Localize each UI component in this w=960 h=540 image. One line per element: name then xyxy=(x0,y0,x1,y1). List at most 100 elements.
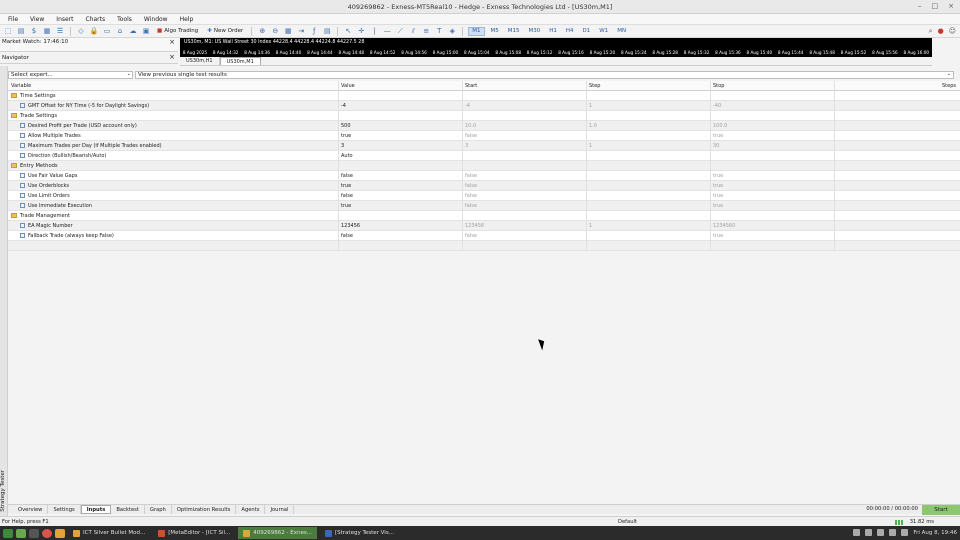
crosshair-icon[interactable]: ✛ xyxy=(356,27,366,36)
search-icon[interactable]: ⌕ xyxy=(929,27,933,36)
tab-optimization-results[interactable]: Optimization Results xyxy=(172,505,237,514)
new-order-button[interactable]: ✚ New Order xyxy=(204,26,246,36)
menu-tools[interactable]: Tools xyxy=(111,16,138,23)
table-row[interactable]: GMT Offset for NY Time (-5 for Daylight … xyxy=(8,101,960,111)
taskbar-app[interactable]: [Strategy Tester Vis... xyxy=(320,527,399,539)
param-stop[interactable]: true xyxy=(713,193,723,199)
shield-icon[interactable] xyxy=(865,529,873,536)
horizontal-line-icon[interactable]: — xyxy=(382,27,392,36)
param-stop[interactable]: true xyxy=(713,233,723,239)
new-chart-icon[interactable]: ⬚ xyxy=(3,27,13,36)
expert-select[interactable]: Select expert... ⌄ xyxy=(8,71,133,79)
param-start[interactable]: false xyxy=(465,193,477,199)
param-value[interactable]: Auto xyxy=(341,153,353,159)
home-icon[interactable]: ⌂ xyxy=(115,27,125,36)
lock-icon[interactable]: 🔒 xyxy=(89,27,99,36)
optimize-checkbox[interactable] xyxy=(20,123,25,128)
optimize-checkbox[interactable] xyxy=(20,183,25,188)
col-step[interactable]: Step xyxy=(589,83,600,89)
optimize-checkbox[interactable] xyxy=(20,133,25,138)
param-value[interactable]: 123456 xyxy=(341,223,360,229)
market-watch-icon[interactable]: $ xyxy=(29,27,39,36)
table-row[interactable]: EA Magic Number 123456 123456 1 1234560 xyxy=(8,221,960,231)
bluetooth-icon[interactable] xyxy=(877,529,885,536)
profiles-icon[interactable]: ▤ xyxy=(16,27,26,36)
timeframe-m1[interactable]: M1 xyxy=(468,26,485,36)
zoom-in-icon[interactable]: ⊕ xyxy=(257,27,267,36)
minimize-icon[interactable]: – xyxy=(918,2,922,10)
files-icon[interactable] xyxy=(16,528,26,538)
taskbar-app[interactable]: 409269862 - Exnes... xyxy=(238,527,317,539)
table-row[interactable]: Fallback Trade (always keep False) false f… xyxy=(8,231,960,241)
calendar-icon[interactable]: ▣ xyxy=(141,27,151,36)
cursor-icon[interactable]: ↖ xyxy=(343,27,353,36)
account-icon[interactable]: ☺ xyxy=(949,27,956,36)
algo-trading-button[interactable]: ■ Algo Trading xyxy=(154,26,201,36)
templates-icon[interactable]: ▤ xyxy=(322,27,332,36)
vertical-line-icon[interactable]: | xyxy=(369,27,379,36)
col-stop[interactable]: Stop xyxy=(713,83,724,89)
col-steps[interactable]: Steps xyxy=(942,83,956,89)
chart-tab-us30m-m1[interactable]: US30m,M1 xyxy=(219,57,261,65)
menu-insert[interactable]: Insert xyxy=(50,16,79,23)
volume-icon[interactable] xyxy=(889,529,897,536)
fibonacci-icon[interactable]: ≡ xyxy=(421,27,431,36)
table-row[interactable]: Use Limit Orders false false true xyxy=(8,191,960,201)
timeframe-h1[interactable]: H1 xyxy=(546,27,560,36)
optimize-checkbox[interactable] xyxy=(20,233,25,238)
grid-icon[interactable]: ▦ xyxy=(283,27,293,36)
terminal-icon[interactable]: ▭ xyxy=(102,27,112,36)
timeframe-m30[interactable]: M30 xyxy=(526,27,544,36)
table-row[interactable]: Maximum Trades per Day (if Multiple Trad… xyxy=(8,141,960,151)
network-icon[interactable] xyxy=(853,529,861,536)
close-icon[interactable]: × xyxy=(169,53,175,61)
col-variable[interactable]: Variable xyxy=(11,83,31,89)
table-row[interactable]: Use Fair Value Gaps false false true xyxy=(8,171,960,181)
tab-overview[interactable]: Overview xyxy=(13,505,49,514)
param-value[interactable]: true xyxy=(341,183,351,189)
menu-icon[interactable] xyxy=(3,528,13,538)
param-stop[interactable]: true xyxy=(713,203,723,209)
browser-icon[interactable] xyxy=(42,528,52,538)
param-value[interactable]: false xyxy=(341,173,353,179)
col-start[interactable]: Start xyxy=(465,83,477,89)
start-button[interactable]: Start xyxy=(922,505,960,515)
taskbar-app[interactable]: ICT Silver Bullet Mod... xyxy=(68,527,150,539)
tab-inputs[interactable]: Inputs xyxy=(80,505,112,514)
param-value[interactable]: false xyxy=(341,233,353,239)
param-step[interactable]: 1 xyxy=(589,223,592,229)
param-value[interactable]: -4 xyxy=(341,103,346,109)
category-row[interactable]: Entry Methods xyxy=(8,161,960,171)
table-row[interactable]: Allow Multiple Trades true false true xyxy=(8,131,960,141)
param-stop[interactable]: 100.0 xyxy=(713,123,727,129)
timeframe-m5[interactable]: M5 xyxy=(488,27,502,36)
param-start[interactable]: 123456 xyxy=(465,223,484,229)
menu-help[interactable]: Help xyxy=(174,16,200,23)
chart-tab-us30m-h1[interactable]: US30m,H1 xyxy=(180,57,220,65)
param-stop[interactable]: 30 xyxy=(713,143,719,149)
tab-settings[interactable]: Settings xyxy=(48,505,81,514)
notifications-icon[interactable]: ● xyxy=(938,27,944,36)
chart-area[interactable]: US30m, M1: US Wall Street 30 Index 44228… xyxy=(180,38,932,49)
tab-graph[interactable]: Graph xyxy=(145,505,172,514)
param-value[interactable]: true xyxy=(341,133,351,139)
clock[interactable]: Fri Aug 8, 19:46 xyxy=(913,530,957,536)
text-icon[interactable]: T xyxy=(434,27,444,36)
terminal-icon[interactable] xyxy=(29,528,39,538)
taskbar-app[interactable]: [MetaEditor - [ICT Sil... xyxy=(153,527,235,539)
optimize-checkbox[interactable] xyxy=(20,143,25,148)
optimize-checkbox[interactable] xyxy=(20,193,25,198)
param-start[interactable]: false xyxy=(465,173,477,179)
param-value[interactable]: 500 xyxy=(341,123,351,129)
menu-charts[interactable]: Charts xyxy=(80,16,112,23)
timeframe-d1[interactable]: D1 xyxy=(580,27,594,36)
optimize-checkbox[interactable] xyxy=(20,173,25,178)
category-row[interactable]: Trade Management xyxy=(8,211,960,221)
close-icon[interactable]: × xyxy=(948,2,954,10)
optimize-checkbox[interactable] xyxy=(20,223,25,228)
ide-icon[interactable]: ◇ xyxy=(76,27,86,36)
param-start[interactable]: -4 xyxy=(465,103,470,109)
param-value[interactable]: false xyxy=(341,193,353,199)
table-row[interactable]: Use Orderblocks true false true xyxy=(8,181,960,191)
param-start[interactable]: false xyxy=(465,183,477,189)
